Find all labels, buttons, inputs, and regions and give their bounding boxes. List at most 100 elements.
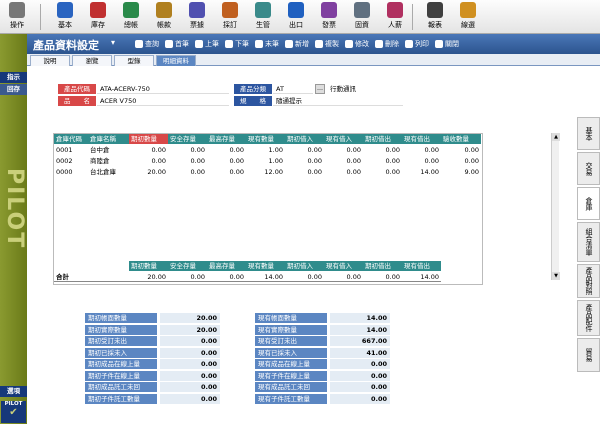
toolbar-inventory-button[interactable]: 庫存 — [85, 2, 111, 32]
right-tab[interactable]: 產品對照 — [577, 264, 600, 298]
column-header[interactable]: 現有借出 — [402, 134, 441, 144]
top-tabs: 說明 瀏覽 型錄 明細資料 — [27, 54, 600, 66]
notes-icon — [189, 2, 205, 18]
toolbar-notes-button[interactable]: 票據 — [184, 2, 210, 32]
totals-label: 合計 — [54, 272, 129, 282]
column-header[interactable]: 現有借入 — [324, 134, 363, 144]
nav-new-button[interactable]: 新增 — [285, 38, 309, 50]
table-row[interactable]: 0001 台中倉 0.00 0.00 0.00 1.00 0.00 0.00 0.00 0.00 0… — [54, 145, 484, 155]
toolbar-line-select-button[interactable]: 線選 — [455, 2, 481, 32]
right-tab[interactable]: 貿易 — [577, 338, 600, 372]
edit-icon — [345, 40, 353, 48]
totals-cell: 14.00 — [246, 272, 285, 282]
summary-left-value: 0.00 — [160, 347, 220, 358]
nav-query-button[interactable]: 查詢 — [135, 38, 159, 50]
right-tab[interactable]: 產品配件 — [577, 300, 600, 336]
nav-label: 新增 — [295, 40, 309, 48]
nav-first-button[interactable]: 首筆 — [165, 38, 189, 50]
column-header[interactable]: 倉庫名稱 — [88, 134, 129, 144]
nav-close-button[interactable]: 關閉 — [435, 38, 459, 50]
sidebar-indicator-label[interactable]: 指示 — [0, 72, 27, 83]
tab-details[interactable]: 明細資料 — [156, 55, 196, 66]
right-tab[interactable]: 基本 — [577, 117, 600, 150]
product-code-field[interactable]: ATA-ACERV-750 — [97, 84, 229, 94]
totals-column-header: 現有借入 — [324, 261, 363, 271]
nav-print-button[interactable]: 列印 — [405, 38, 429, 50]
nav-next-button[interactable]: 下筆 — [225, 38, 249, 50]
toolbar-label: 報表 — [428, 21, 442, 29]
scroll-down-icon[interactable]: ▼ — [552, 272, 560, 280]
nav-prev-button[interactable]: 上筆 — [195, 38, 219, 50]
totals-cell: 20.00 — [129, 272, 168, 282]
right-tab[interactable]: 組合清單 — [577, 222, 600, 262]
sidebar-save-label[interactable]: 回存 — [0, 84, 27, 95]
summary-left-label: 期初帳面數量 — [85, 313, 157, 323]
summary-left-label: 期初成品在線上量 — [85, 359, 157, 369]
tab-catalog[interactable]: 型錄 — [114, 55, 154, 66]
product-name-field[interactable]: ACER V750 — [97, 96, 229, 106]
table-cell: 0.00 — [307, 168, 322, 176]
toolbar-label: 庫存 — [91, 21, 105, 29]
column-header[interactable]: 期初數量 — [129, 134, 168, 144]
category-lookup-button[interactable]: … — [315, 84, 325, 94]
toolbar-accounts-button[interactable]: 帳款 — [151, 2, 177, 32]
toolbar-invoice-button[interactable]: 發票 — [316, 2, 342, 32]
column-header[interactable]: 倉庫代碼 — [54, 134, 88, 144]
column-header[interactable]: 期初借出 — [363, 134, 402, 144]
column-header[interactable]: 現有數量 — [246, 134, 285, 144]
toolbar-assets-button[interactable]: 固資 — [349, 2, 375, 32]
column-header[interactable]: 驗收數量 — [441, 134, 481, 144]
totals-cell: 0.00 — [324, 272, 363, 282]
toolbar-purchase-button[interactable]: 採訂 — [217, 2, 243, 32]
toolbar-separator — [412, 4, 413, 30]
column-header[interactable]: 最高存量 — [207, 134, 246, 144]
nav-label: 首筆 — [175, 40, 189, 48]
sidebar-options-label[interactable]: 選項 — [0, 386, 27, 397]
column-header[interactable]: 期初借入 — [285, 134, 324, 144]
summary-right-value: 667.00 — [330, 336, 390, 346]
table-cell: 0.00 — [229, 168, 244, 176]
accounts-icon — [156, 2, 172, 18]
copy-icon — [315, 40, 323, 48]
toolbar-export-button[interactable]: 出口 — [283, 2, 309, 32]
toolbar-basic-button[interactable]: 基本 — [52, 2, 78, 32]
chevron-down-icon[interactable]: ▾ — [111, 38, 115, 47]
table-cell: 0.00 — [151, 146, 166, 154]
inventory-icon — [90, 2, 106, 18]
nav-label: 下筆 — [235, 40, 249, 48]
first-icon — [165, 40, 173, 48]
tab-description[interactable]: 說明 — [30, 55, 70, 66]
toolbar-payroll-button[interactable]: 人薪 — [382, 2, 408, 32]
column-header[interactable]: 安全存量 — [168, 134, 207, 144]
toolbar-label: 基本 — [58, 21, 72, 29]
toolbar-operate-button[interactable]: 操作 — [4, 2, 30, 32]
table-scrollbar[interactable]: ▲ ▼ — [551, 133, 560, 280]
table-header-row: 倉庫代碼 倉庫名稱 期初數量 安全存量 最高存量 現有數量 期初借入 現有借入 期初借出 現有借出… — [54, 134, 484, 144]
nav-last-button[interactable]: 末筆 — [255, 38, 279, 50]
left-sidebar: 指示 回存 PILOT 選項 PILOT ✔ — [0, 34, 27, 424]
product-category-field[interactable]: AT — [273, 84, 313, 94]
product-category-label: 產品分類 — [234, 84, 272, 94]
line-select-icon — [460, 2, 476, 18]
totals-column-header: 期初借出 — [363, 261, 402, 271]
summary-left-value: 0.00 — [160, 359, 220, 369]
totals-cell: 0.00 — [168, 272, 207, 282]
toolbar-ledger-button[interactable]: 總帳 — [118, 2, 144, 32]
toolbar-production-button[interactable]: 生管 — [250, 2, 276, 32]
tab-browse[interactable]: 瀏覽 — [72, 55, 112, 66]
right-tab[interactable]: 交易 — [577, 152, 600, 185]
spec-field[interactable]: 隨通提示 — [273, 96, 403, 106]
table-cell: 0.00 — [346, 146, 361, 154]
nav-edit-button[interactable]: 修改 — [345, 38, 369, 50]
nav-label: 末筆 — [265, 40, 279, 48]
right-tab[interactable]: 倉庫 — [577, 187, 600, 220]
toolbar-reports-button[interactable]: 報表 — [422, 2, 448, 32]
table-cell: 0.00 — [307, 157, 322, 165]
table-row[interactable]: 0000 台北倉庫 20.00 0.00 0.00 12.00 0.00 0.00 0.00 14… — [54, 167, 484, 177]
table-cell: 0001 — [56, 146, 73, 154]
nav-copy-button[interactable]: 複製 — [315, 38, 339, 50]
scroll-up-icon[interactable]: ▲ — [552, 133, 560, 141]
summary-right-value: 0.00 — [330, 370, 390, 381]
nav-delete-button[interactable]: 刪除 — [375, 38, 399, 50]
table-row[interactable]: 0002 商陸倉 0.00 0.00 0.00 1.00 0.00 0.00 0.00 0.00 0… — [54, 156, 484, 166]
